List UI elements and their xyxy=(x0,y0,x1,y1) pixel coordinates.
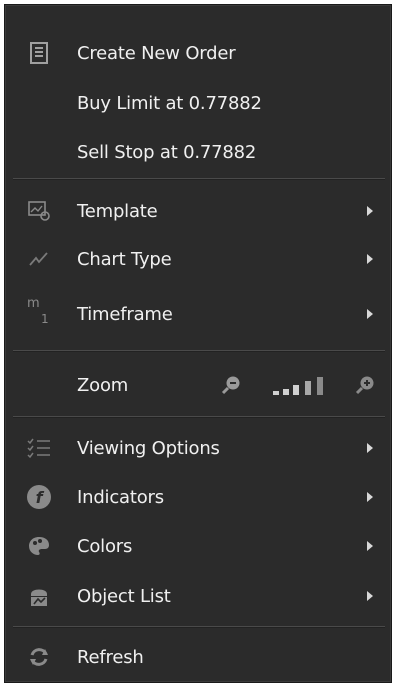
menu-item-zoom: Zoom xyxy=(5,365,391,405)
menu-item-object-list[interactable]: Object List xyxy=(5,576,391,616)
template-icon xyxy=(25,197,53,225)
object-list-icon xyxy=(25,582,53,610)
menu-item-label: Timeframe xyxy=(77,303,173,325)
menu-item-label: Template xyxy=(77,200,158,222)
menu-item-label: Sell Stop at 0.77882 xyxy=(77,141,257,163)
menu-item-sell-stop[interactable]: Sell Stop at 0.77882 xyxy=(5,132,391,172)
submenu-arrow-icon xyxy=(367,206,373,216)
menu-item-chart-type[interactable]: Chart Type xyxy=(5,239,391,279)
submenu-arrow-icon xyxy=(367,492,373,502)
timeframe-icon: m 1 xyxy=(25,296,53,328)
menu-item-label: Create New Order xyxy=(77,42,236,64)
menu-separator xyxy=(13,350,385,352)
menu-item-colors[interactable]: Colors xyxy=(5,526,391,566)
refresh-icon xyxy=(25,643,53,671)
zoom-level-bars-icon xyxy=(271,377,339,395)
order-document-icon xyxy=(25,39,53,67)
timeframe-icon-m: m xyxy=(27,296,40,311)
submenu-arrow-icon xyxy=(367,591,373,601)
menu-item-label: Indicators xyxy=(77,486,164,508)
submenu-arrow-icon xyxy=(367,443,373,453)
menu-item-buy-limit[interactable]: Buy Limit at 0.77882 xyxy=(5,83,391,123)
menu-item-refresh[interactable]: Refresh xyxy=(5,637,391,677)
menu-item-label: Refresh xyxy=(77,646,144,668)
palette-icon xyxy=(25,532,53,560)
menu-item-label: Chart Type xyxy=(77,248,172,270)
submenu-arrow-icon xyxy=(367,254,373,264)
menu-item-label: Object List xyxy=(77,585,171,607)
indicator-f-icon: f xyxy=(25,483,53,511)
checklist-icon xyxy=(25,434,53,462)
indicator-f-glyph: f xyxy=(27,485,51,509)
menu-item-template[interactable]: Template xyxy=(5,191,391,231)
menu-item-timeframe[interactable]: m 1 Timeframe xyxy=(5,294,391,334)
menu-item-label: Viewing Options xyxy=(77,437,220,459)
menu-separator xyxy=(13,626,385,628)
submenu-arrow-icon xyxy=(367,309,373,319)
chart-line-icon xyxy=(25,245,53,273)
menu-separator xyxy=(13,178,385,180)
menu-item-viewing-options[interactable]: Viewing Options xyxy=(5,428,391,468)
menu-item-indicators[interactable]: f Indicators xyxy=(5,477,391,517)
timeframe-icon-sub: 1 xyxy=(41,312,49,326)
context-menu: Create New Order Buy Limit at 0.77882 Se… xyxy=(4,4,392,683)
menu-separator xyxy=(13,416,385,418)
menu-item-label: Buy Limit at 0.77882 xyxy=(77,92,262,114)
zoom-out-icon[interactable] xyxy=(219,373,243,397)
menu-item-create-new-order[interactable]: Create New Order xyxy=(5,33,391,73)
submenu-arrow-icon xyxy=(367,541,373,551)
menu-item-label: Zoom xyxy=(77,374,129,396)
menu-item-label: Colors xyxy=(77,535,133,557)
zoom-in-icon[interactable] xyxy=(353,373,377,397)
